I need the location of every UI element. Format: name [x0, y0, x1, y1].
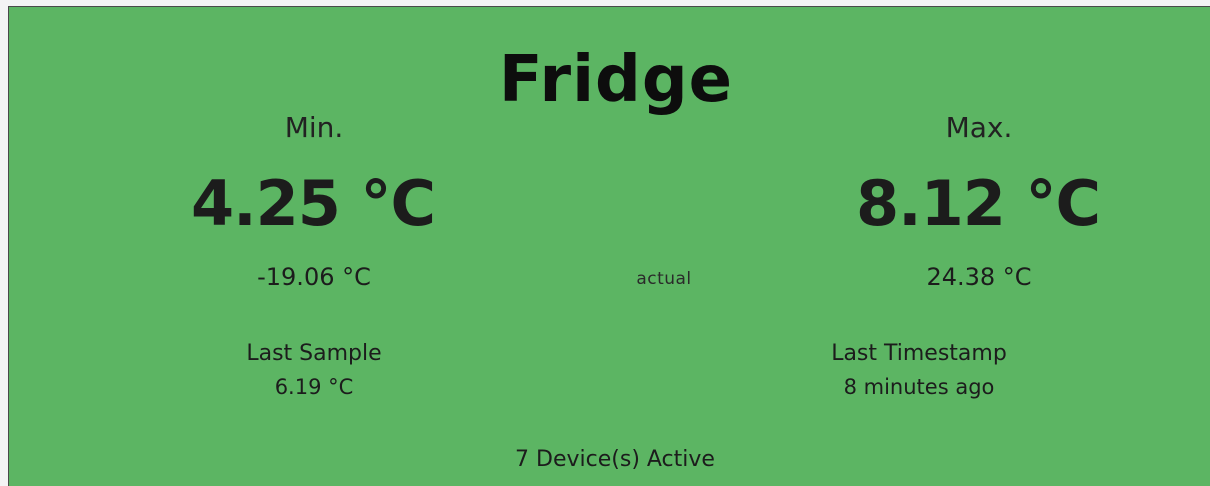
last-timestamp-label: Last Timestamp	[831, 341, 1007, 366]
max-value: 8.12 °C	[855, 167, 1101, 240]
window-frame: Fridge Min. Max. 4.25 °C 8.12 °C -19.06 …	[0, 0, 1210, 486]
devices-active-status: 7 Device(s) Active	[515, 447, 715, 472]
actual-label: actual	[636, 269, 692, 289]
sensor-panel: Fridge Min. Max. 4.25 °C 8.12 °C -19.06 …	[8, 6, 1210, 486]
last-sample-label: Last Sample	[246, 341, 382, 366]
min-actual-value: -19.06 °C	[257, 263, 371, 291]
last-timestamp-value: 8 minutes ago	[843, 375, 995, 399]
min-label: Min.	[284, 111, 344, 144]
min-value: 4.25 °C	[190, 167, 436, 240]
last-sample-value: 6.19 °C	[274, 375, 354, 399]
max-actual-value: 24.38 °C	[926, 263, 1032, 291]
max-label: Max.	[945, 111, 1013, 144]
panel-title: Fridge	[498, 43, 734, 117]
